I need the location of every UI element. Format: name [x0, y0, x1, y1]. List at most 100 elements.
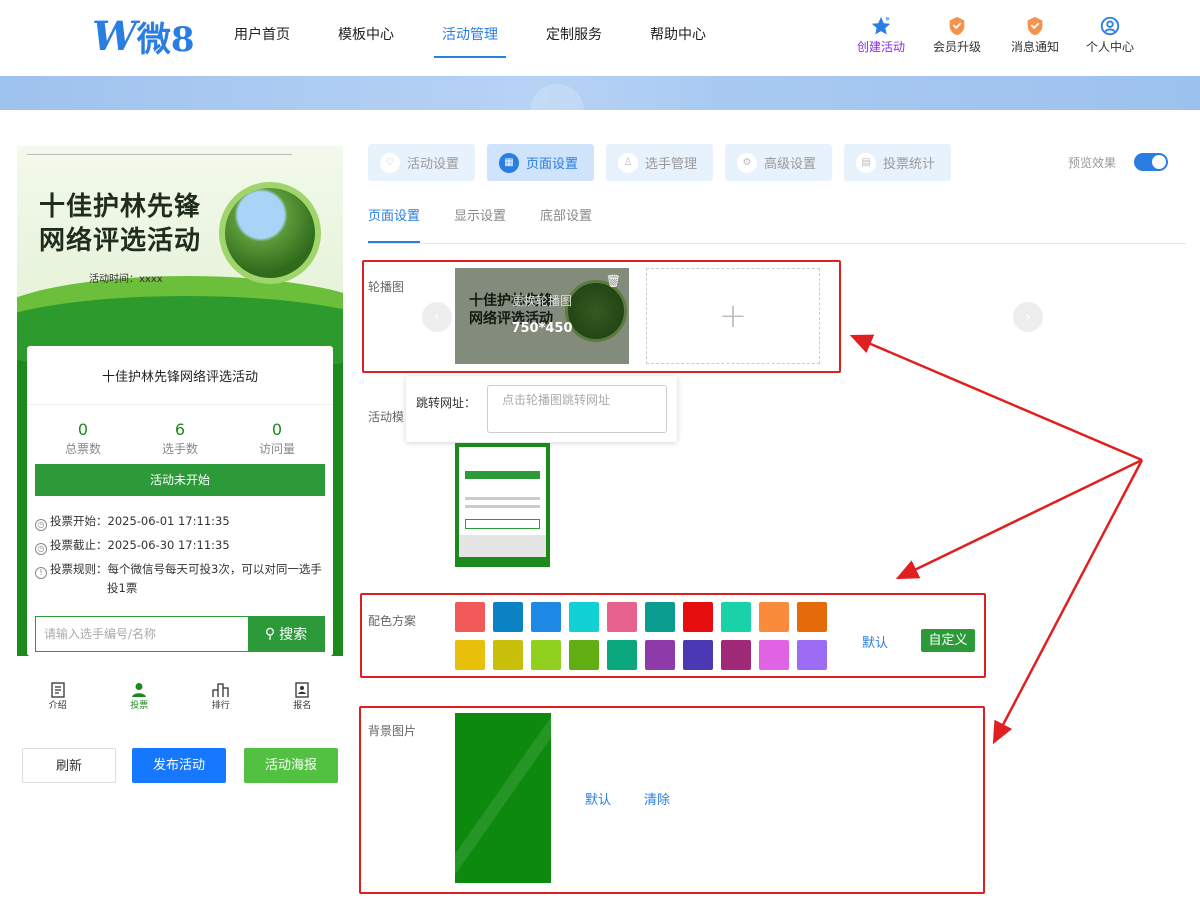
nav-custom-service[interactable]: 定制服务 [522, 0, 626, 76]
color-swatch[interactable] [569, 602, 599, 632]
color-swatch[interactable] [645, 640, 675, 670]
color-swatch[interactable] [683, 602, 713, 632]
publish-activity-button[interactable]: 发布活动 [132, 748, 226, 783]
member-upgrade-button[interactable]: 会员升级 [933, 14, 981, 55]
contestant-search-input[interactable]: 请输入选手编号/名称 [36, 617, 248, 651]
tab-vote[interactable]: 投票 [99, 678, 181, 720]
message-notify-button[interactable]: 消息通知 [1011, 14, 1059, 55]
step-advanced-settings[interactable]: ⚙ 高级设置 [725, 144, 832, 181]
info-label: 投票规则： [50, 562, 108, 576]
tab-signup[interactable]: 报名 [262, 678, 344, 720]
vote-start-info: ◷ 投票开始：2025-06-01 17:11:35 [35, 512, 230, 531]
info-label: 投票开始： [50, 514, 108, 528]
add-carousel-button[interactable]: + [646, 268, 820, 364]
search-icon: ⚲ [264, 626, 276, 642]
stat-total-votes: 0 总票数 [33, 420, 133, 457]
step-vote-statistics[interactable]: ▤ 投票统计 [844, 144, 951, 181]
nav-template-center[interactable]: 模板中心 [314, 0, 418, 76]
trash-icon[interactable]: 🗑 [606, 274, 621, 288]
preview-label: 预览效果 [1068, 156, 1117, 170]
color-swatch[interactable] [607, 602, 637, 632]
heart-icon: ♡ [380, 152, 400, 173]
info-value: 每个微信号每天可投3次，可以对同一选手 [107, 562, 322, 576]
personal-center-label: 个人中心 [1086, 40, 1135, 54]
nav-help-center[interactable]: 帮助中心 [626, 0, 730, 76]
color-swatch[interactable] [455, 602, 485, 632]
color-swatch[interactable] [721, 602, 751, 632]
subtab-footer-settings[interactable]: 底部设置 [540, 208, 592, 243]
logo-mark: W [92, 12, 137, 60]
activity-template-thumbnail[interactable] [455, 443, 550, 567]
color-swatch[interactable] [721, 640, 751, 670]
logo[interactable]: W 微8 [92, 12, 195, 60]
info-value: 2025-06-01 17:11:35 [107, 514, 230, 528]
tab-intro[interactable]: 介绍 [17, 678, 99, 720]
carousel-prev-arrow[interactable]: ‹ [422, 302, 452, 332]
shield-icon [945, 14, 969, 38]
nav-user-home[interactable]: 用户首页 [210, 0, 314, 76]
activity-poster-button[interactable]: 活动海报 [244, 748, 338, 783]
carousel-next-arrow[interactable]: › [1013, 302, 1043, 332]
activity-status-button[interactable]: 活动未开始 [35, 464, 325, 496]
status-line [27, 154, 292, 155]
color-swatch[interactable] [531, 602, 561, 632]
info-value: 2025-06-30 17:11:35 [107, 538, 230, 552]
tab-label: 投票 [130, 701, 149, 711]
clock-icon: ◷ [35, 519, 47, 531]
color-swatch[interactable] [645, 602, 675, 632]
jump-url-textarea[interactable]: 点击轮播图跳转网址 [487, 385, 667, 433]
user-icon [1098, 14, 1122, 38]
create-activity-button[interactable]: 创建活动 [857, 14, 905, 55]
step-label: 选手管理 [645, 157, 698, 172]
person-icon [99, 678, 181, 698]
nav-activity-management[interactable]: 活动管理 [418, 0, 522, 76]
clock-icon: ◷ [35, 543, 47, 555]
search-button-label: 搜索 [279, 627, 308, 643]
color-swatch[interactable] [683, 640, 713, 670]
color-swatch[interactable] [531, 640, 561, 670]
signup-icon [262, 678, 344, 698]
phone-header-area: 十佳护林先锋 网络评选活动 活动时间：xxxx [17, 146, 343, 376]
background-default-button[interactable]: 默认 [585, 789, 611, 808]
background-clear-button[interactable]: 清除 [644, 789, 670, 808]
color-swatch[interactable] [493, 640, 523, 670]
divider [27, 404, 333, 405]
subtab-page-settings[interactable]: 页面设置 [368, 208, 421, 243]
phone-activity-title: 十佳护林先锋 网络评选活动 [39, 190, 201, 258]
banner-strip [0, 76, 1200, 138]
create-activity-label: 创建活动 [857, 40, 906, 54]
search-button[interactable]: ⚲ 搜索 [248, 617, 324, 651]
color-custom-button[interactable]: 自定义 [921, 629, 975, 652]
personal-center-button[interactable]: 个人中心 [1086, 14, 1134, 55]
color-swatch[interactable] [455, 640, 485, 670]
step-contestant-management[interactable]: ♙ 选手管理 [606, 144, 713, 181]
stat-label: 总票数 [64, 442, 101, 456]
bell-icon [1023, 14, 1047, 38]
color-swatch[interactable] [759, 602, 789, 632]
step-activity-settings[interactable]: ♡ 活动设置 [368, 144, 475, 181]
info-icon: ! [35, 567, 47, 579]
phone-activity-card: 十佳护林先锋网络评选活动 0 总票数 6 选手数 0 访问量 活动未开始 ◷ 投票开始：… [27, 346, 333, 656]
color-swatch[interactable] [797, 602, 827, 632]
preview-toggle[interactable] [1134, 153, 1168, 171]
color-swatch[interactable] [759, 640, 789, 670]
phone-title-line2: 网络评选活动 [39, 226, 202, 256]
stat-value: 0 [77, 420, 89, 439]
tab-label: 报名 [293, 701, 312, 711]
background-image-thumbnail[interactable] [455, 713, 551, 883]
color-swatch[interactable] [569, 640, 599, 670]
color-swatch[interactable] [493, 602, 523, 632]
step-page-settings[interactable]: ▦ 页面设置 [487, 144, 594, 181]
color-swatch[interactable] [797, 640, 827, 670]
color-default-button[interactable]: 默认 [862, 632, 888, 651]
message-notify-label: 消息通知 [1011, 40, 1060, 54]
carousel-size-label: 750*450 [511, 321, 573, 336]
template-label: 活动模 [368, 410, 405, 424]
refresh-button[interactable]: 刷新 [22, 748, 116, 783]
phone-activity-time: 活动时间：xxxx [89, 274, 163, 285]
carousel-thumbnail[interactable]: 十佳护林先锋 网络评选活动 更换轮播图 750*450 🗑 [455, 268, 629, 364]
subtab-display-settings[interactable]: 显示设置 [454, 208, 506, 243]
tab-ranking[interactable]: 排行 [180, 678, 262, 720]
top-navigation-bar: W 微8 用户首页 模板中心 活动管理 定制服务 帮助中心 创建活动 会员升级 … [0, 0, 1200, 76]
color-swatch[interactable] [607, 640, 637, 670]
